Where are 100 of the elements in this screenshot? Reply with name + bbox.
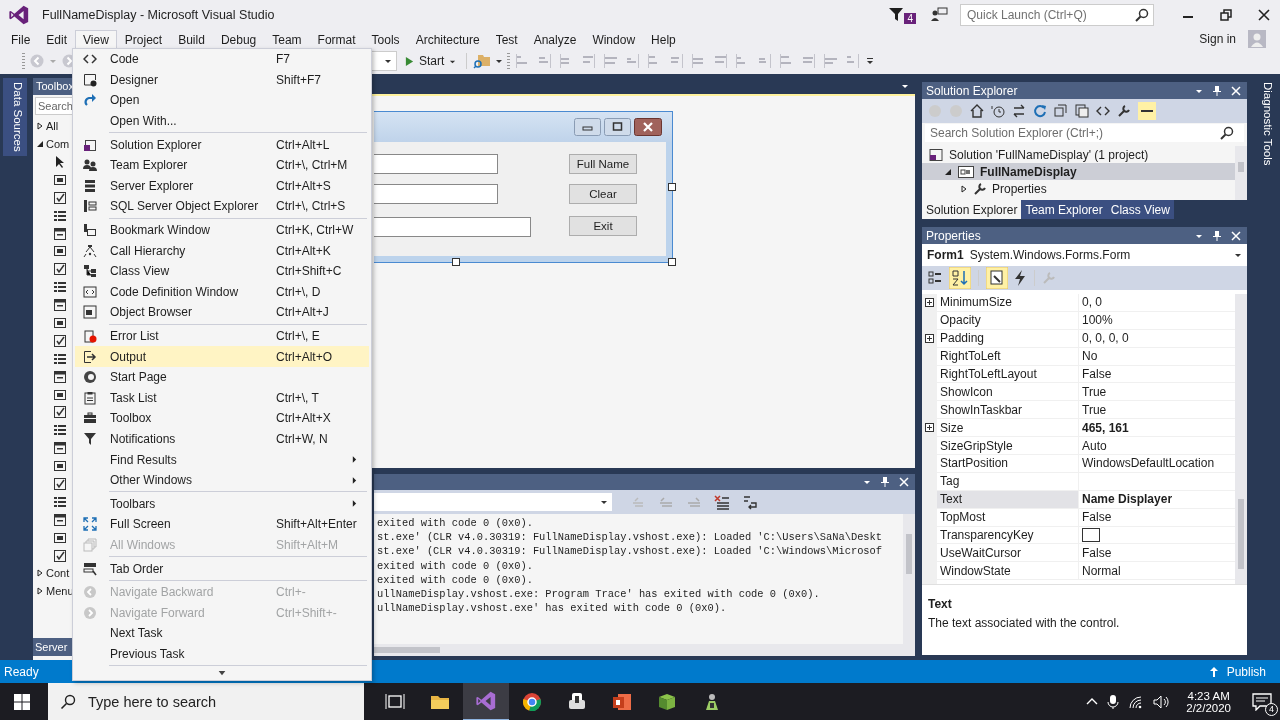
property-name[interactable]: MinimumSize — [937, 294, 1079, 311]
pin-icon[interactable] — [1212, 84, 1222, 97]
toolbox-control-icon[interactable] — [53, 315, 67, 330]
property-value[interactable]: True — [1079, 384, 1235, 399]
property-name[interactable]: Tag — [937, 472, 1079, 490]
refresh-icon[interactable] — [1033, 104, 1047, 118]
scrollbar[interactable] — [903, 514, 915, 644]
menu-item[interactable]: Project — [116, 30, 171, 48]
toolbox-control-icon[interactable] — [53, 172, 67, 187]
property-name[interactable]: SizeGripStyle — [937, 437, 1079, 454]
toolbox-control-icon[interactable] — [53, 226, 67, 241]
expanded-icon[interactable] — [944, 167, 952, 176]
form-window[interactable]: Full Name Clear Exit — [374, 111, 673, 263]
menu-item[interactable]: Tools — [363, 30, 408, 48]
menu-item[interactable]: Notifications Ctrl+W, N — [75, 428, 369, 450]
pin-icon[interactable] — [1212, 229, 1222, 242]
panel-tab[interactable]: Team Explorer — [1021, 200, 1107, 219]
maximize-icon[interactable] — [604, 118, 631, 136]
toolbox-control-icon[interactable] — [53, 190, 67, 205]
property-name[interactable]: TransparencyKey — [937, 526, 1079, 544]
toolbox-control-icon[interactable] — [53, 298, 67, 313]
form-button[interactable]: Clear — [569, 184, 637, 204]
menu-item[interactable]: View — [75, 30, 117, 48]
feedback-icon[interactable] — [930, 7, 948, 23]
menu-item[interactable]: Call Hierarchy Ctrl+Alt+K — [75, 240, 369, 261]
clock[interactable]: 4:23 AM 2/2/2020 — [1186, 689, 1231, 714]
scrollbar[interactable] — [1235, 146, 1247, 200]
resize-handle[interactable] — [668, 258, 676, 266]
form-button[interactable]: Full Name — [569, 154, 637, 174]
property-value[interactable]: Name Displayer — [1079, 492, 1235, 507]
dropdown-arrow-icon[interactable] — [901, 82, 909, 90]
resize-handle[interactable] — [668, 183, 676, 191]
find-folder-icon[interactable] — [473, 53, 492, 69]
windows-start-icon[interactable] — [14, 693, 30, 710]
property-name[interactable]: RightToLeft — [937, 347, 1079, 365]
start-button[interactable]: Start — [401, 52, 461, 70]
files-icon[interactable] — [1075, 104, 1089, 118]
menu-item[interactable]: Format — [309, 30, 364, 48]
property-name[interactable]: Opacity — [937, 311, 1079, 329]
sign-in-link[interactable]: Sign in — [1199, 32, 1236, 46]
taskbar-search-field[interactable]: Type here to search — [48, 683, 364, 720]
toolbox-control-icon[interactable] — [53, 405, 67, 420]
expand-icon[interactable] — [925, 423, 934, 433]
tree-item[interactable]: FullNameDisplay — [922, 163, 1235, 180]
object-selector[interactable]: Form1 System.Windows.Forms.Form — [922, 244, 1247, 266]
menu-item[interactable]: Class View Ctrl+Shift+C — [75, 260, 369, 282]
toolbox-control-icon[interactable] — [53, 333, 67, 348]
menu-item[interactable]: Toolbars — [75, 493, 369, 515]
property-name[interactable]: WindowState — [937, 562, 1079, 580]
menu-item[interactable]: Error List Ctrl+\, E — [75, 325, 369, 347]
scroll-down-icon[interactable] — [218, 671, 226, 677]
resize-handle[interactable] — [452, 258, 460, 266]
toolbox-control-icon[interactable] — [53, 494, 67, 509]
property-value[interactable]: False — [1079, 545, 1235, 560]
recorder-app-icon[interactable] — [567, 691, 587, 712]
menu-item[interactable]: SQL Server Object Explorer Ctrl+\, Ctrl+S — [75, 196, 369, 217]
toolbox-control-icon[interactable] — [53, 280, 67, 295]
menu-item[interactable]: Next Task — [75, 623, 369, 644]
pin-icon[interactable] — [880, 476, 890, 488]
dropdown-arrow-icon[interactable] — [863, 478, 871, 486]
solution-search-field[interactable]: Search Solution Explorer (Ctrl+;) — [925, 124, 1244, 142]
notifications-icon[interactable] — [888, 7, 905, 23]
menu-item[interactable]: File — [3, 30, 39, 48]
toolbox-control-icon[interactable] — [53, 351, 67, 366]
menu-item[interactable]: Architecture — [407, 30, 488, 48]
expand-icon[interactable] — [925, 297, 934, 307]
code-icon[interactable] — [1096, 104, 1110, 118]
slides-app-icon[interactable] — [612, 691, 632, 712]
panel-tab[interactable]: Solution Explorer — [922, 200, 1022, 219]
menu-item[interactable]: Help — [643, 30, 684, 48]
expand-icon[interactable] — [925, 333, 934, 343]
menu-item[interactable]: Build — [170, 30, 213, 48]
menu-item[interactable]: Task List Ctrl+\, T — [75, 387, 369, 409]
property-value[interactable]: Normal — [1079, 563, 1235, 578]
toolbox-control-icon[interactable] — [53, 262, 67, 277]
property-name[interactable]: ShowInTaskbar — [937, 401, 1079, 419]
toolbox-group[interactable]: Cont — [33, 564, 77, 583]
menu-item[interactable]: Server Explorer Ctrl+Alt+S — [75, 175, 369, 197]
menu-item[interactable]: Team Explorer Ctrl+\, Ctrl+M — [75, 154, 369, 176]
toolbox-group[interactable]: All — [33, 117, 77, 135]
data-sources-tab[interactable]: Data Sources — [3, 78, 27, 156]
property-value[interactable]: WindowsDefaultLocation — [1079, 456, 1235, 471]
property-name[interactable]: StartPosition — [937, 455, 1079, 472]
collapse-icon[interactable] — [1054, 104, 1068, 118]
menu-item[interactable]: Debug — [212, 30, 265, 48]
word-wrap-icon[interactable] — [742, 494, 758, 510]
search-input[interactable]: Type here to search — [86, 692, 364, 711]
tree-item[interactable]: Solution 'FullNameDisplay' (1 project) — [922, 146, 1235, 163]
close-icon[interactable] — [1258, 9, 1270, 21]
menu-item[interactable]: Toolbox Ctrl+Alt+X — [75, 408, 369, 429]
categorized-icon[interactable] — [926, 269, 944, 287]
property-name[interactable]: ShowIcon — [937, 383, 1079, 401]
alphabetical-icon[interactable] — [949, 267, 971, 289]
text-box[interactable] — [374, 154, 498, 174]
toolbox-control-icon[interactable] — [53, 530, 67, 545]
clear-all-icon[interactable] — [714, 494, 730, 510]
properties-view-icon[interactable] — [986, 267, 1008, 289]
restore-icon[interactable] — [1220, 9, 1232, 21]
visual-studio-app-icon[interactable] — [475, 689, 497, 712]
menu-item[interactable]: Edit — [38, 30, 76, 48]
